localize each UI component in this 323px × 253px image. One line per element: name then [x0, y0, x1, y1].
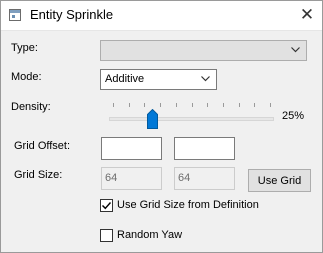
- slider-tick: [160, 103, 161, 107]
- random-yaw-checkbox[interactable]: [100, 229, 113, 242]
- chevron-down-icon: [201, 76, 210, 82]
- slider-tick: [254, 103, 255, 107]
- slider-tick: [270, 103, 271, 107]
- use-grid-size-checkbox[interactable]: [100, 199, 113, 212]
- grid-size-y-value: 64: [178, 172, 191, 184]
- app-window-icon: [9, 9, 21, 21]
- slider-tick: [129, 103, 130, 107]
- close-button[interactable]: ✕: [291, 0, 323, 30]
- slider-tick: [113, 103, 114, 107]
- use-grid-size-label[interactable]: Use Grid Size from Definition: [117, 199, 259, 211]
- grid-offset-x-input[interactable]: [101, 137, 162, 160]
- type-label: Type:: [11, 42, 38, 54]
- slider-tick: [192, 103, 193, 107]
- slider-tick: [239, 103, 240, 107]
- density-label: Density:: [11, 101, 51, 113]
- slider-tick: [176, 103, 177, 107]
- mode-label: Mode:: [11, 71, 42, 83]
- grid-offset-label: Grid Offset:: [14, 140, 71, 152]
- grid-size-label: Grid Size:: [14, 169, 63, 181]
- checkmark-icon: [102, 202, 112, 210]
- grid-size-y-input[interactable]: 64: [174, 167, 235, 190]
- density-value: 25%: [282, 110, 305, 122]
- close-icon: ✕: [299, 5, 315, 24]
- mode-dropdown-value: Additive: [105, 73, 145, 85]
- random-yaw-label[interactable]: Random Yaw: [117, 229, 182, 241]
- window-title: Entity Sprinkle: [30, 7, 114, 22]
- use-grid-button[interactable]: Use Grid: [248, 169, 311, 192]
- window-frame: [0, 0, 323, 253]
- type-dropdown[interactable]: [100, 40, 307, 61]
- title-bar: Entity Sprinkle ✕: [0, 0, 323, 31]
- use-grid-button-label: Use Grid: [257, 174, 302, 187]
- grid-offset-y-input[interactable]: [174, 137, 235, 160]
- grid-size-x-input[interactable]: 64: [101, 167, 162, 190]
- chevron-down-icon: [291, 47, 300, 53]
- grid-size-x-value: 64: [105, 172, 118, 184]
- density-slider-thumb[interactable]: [147, 109, 158, 129]
- slider-tick: [223, 103, 224, 107]
- slider-tick: [207, 103, 208, 107]
- mode-dropdown[interactable]: Additive: [100, 69, 217, 90]
- slider-tick: [144, 103, 145, 107]
- density-slider-track[interactable]: [109, 117, 274, 121]
